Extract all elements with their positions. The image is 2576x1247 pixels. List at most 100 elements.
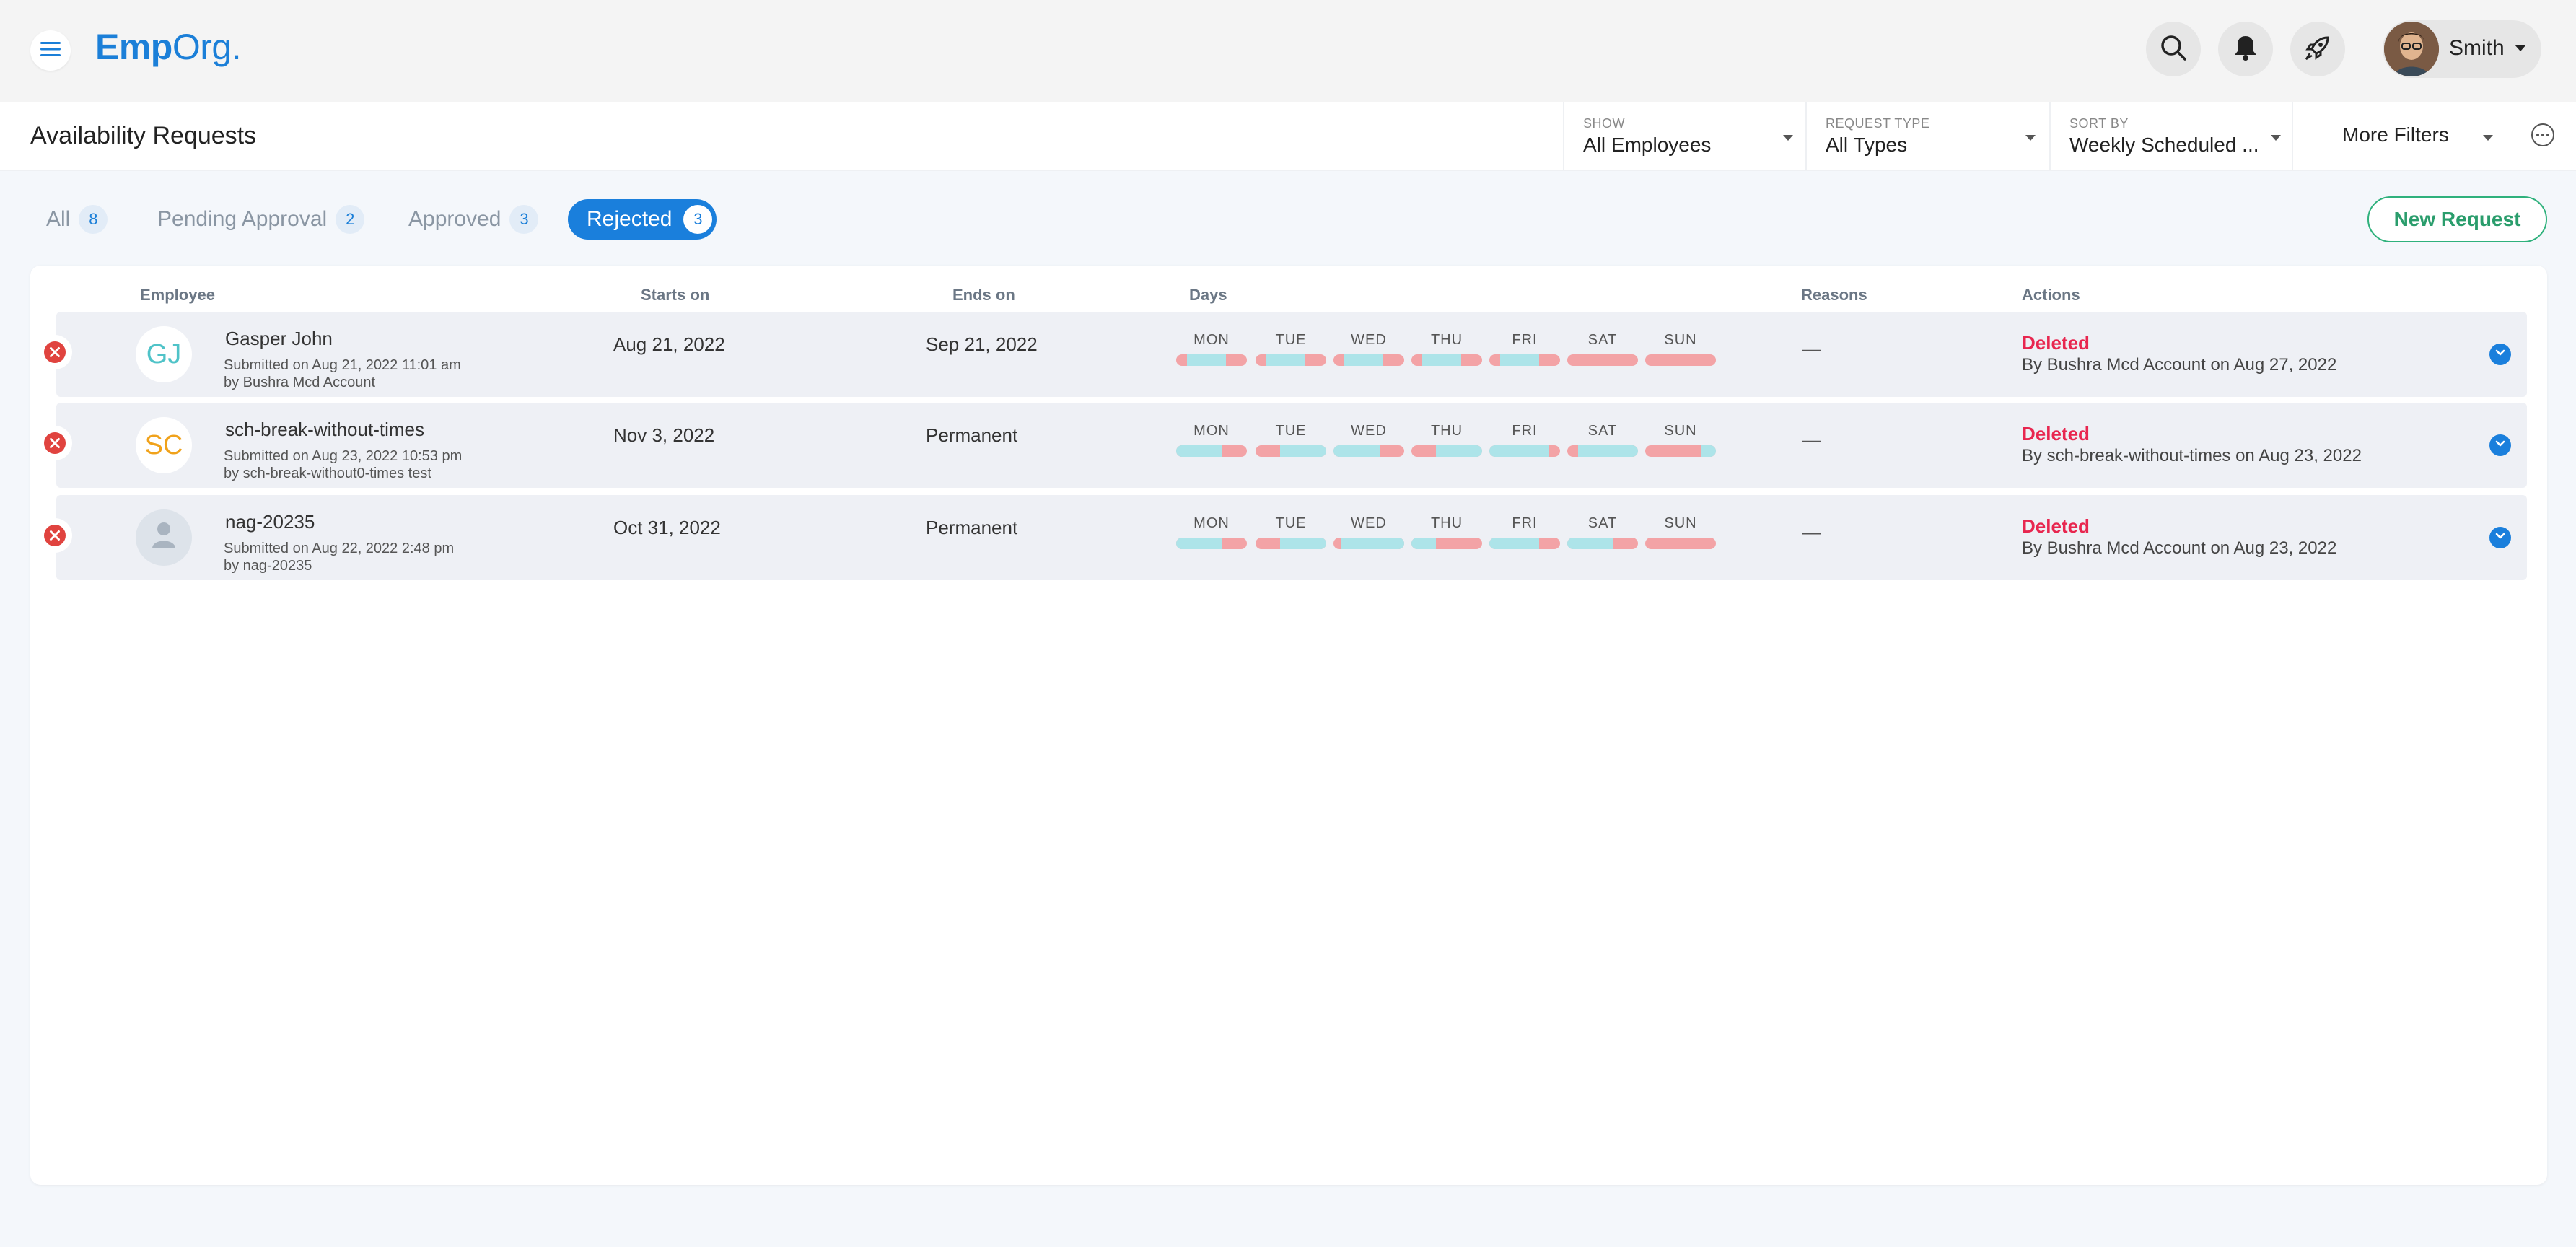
table-row[interactable]: SC sch-break-without-times Submitted on … <box>38 403 2527 488</box>
employee-name[interactable]: nag-20235 <box>225 511 315 533</box>
column-header-reasons: Reasons <box>1801 286 1867 304</box>
day-availability-thu: THU <box>1411 332 1482 366</box>
end-date: Permanent <box>926 424 1018 446</box>
tab-rejected[interactable]: Rejected 3 <box>568 199 717 240</box>
available-segment <box>1567 538 1613 549</box>
availability-bar <box>1176 538 1247 549</box>
tab-all[interactable]: All 8 <box>46 199 108 240</box>
availability-bar <box>1567 538 1638 549</box>
availability-bar <box>1256 445 1326 457</box>
day-label: SAT <box>1587 423 1618 439</box>
available-segment <box>1280 538 1326 549</box>
table-row[interactable]: GJ Gasper John Submitted on Aug 21, 2022… <box>38 312 2527 397</box>
day-availability-mon: MON <box>1176 332 1247 366</box>
availability-bar <box>1411 354 1482 366</box>
availability-bar <box>1567 445 1638 457</box>
day-availability-wed: WED <box>1333 515 1404 549</box>
show-filter[interactable]: SHOW All Employees <box>1563 102 1805 171</box>
user-name: Smith <box>2449 36 2505 60</box>
expand-row-button[interactable] <box>2489 434 2511 456</box>
availability-bar <box>1176 445 1247 457</box>
availability-bar <box>1489 445 1560 457</box>
menu-button[interactable] <box>30 30 71 71</box>
day-label: SAT <box>1587 332 1618 348</box>
day-label: SAT <box>1587 515 1618 531</box>
tab-approved[interactable]: Approved 3 <box>408 199 539 240</box>
count-badge: 2 <box>336 205 365 234</box>
submission-info: Submitted on Aug 22, 2022 2:48 pm by nag… <box>224 540 454 574</box>
page-header: Availability Requests SHOW All Employees… <box>0 102 2576 171</box>
day-label: MON <box>1193 332 1230 348</box>
available-segment <box>1333 445 1380 457</box>
chevron-down-icon <box>2494 348 2506 361</box>
day-availability-sun: SUN <box>1645 423 1716 457</box>
avatar <box>2384 22 2439 76</box>
start-date: Oct 31, 2022 <box>613 517 721 538</box>
expand-row-button[interactable] <box>2489 344 2511 365</box>
day-label: SUN <box>1664 423 1697 439</box>
count-badge: 8 <box>79 205 108 234</box>
submitted-by: by sch-break-without0-times test <box>224 465 431 481</box>
day-availability-wed: WED <box>1333 423 1404 457</box>
submitted-date: Submitted on Aug 22, 2022 2:48 pm <box>224 541 455 556</box>
day-label: WED <box>1351 515 1387 531</box>
more-filters-dropdown[interactable]: More Filters <box>2292 102 2508 171</box>
request-type-filter[interactable]: REQUEST TYPE All Types <box>1805 102 2049 171</box>
reason-value: — <box>1802 429 1821 450</box>
submitted-date: Submitted on Aug 23, 2022 10:53 pm <box>224 448 463 464</box>
table-row[interactable]: nag-20235 Submitted on Aug 22, 2022 2:48… <box>38 495 2527 580</box>
action-by: By sch-break-without-times on Aug 23, 20… <box>2022 446 2362 465</box>
employee-name[interactable]: sch-break-without-times <box>225 419 424 441</box>
column-header-employee[interactable]: Employee <box>140 286 215 305</box>
notifications-button[interactable] <box>2218 22 2273 76</box>
employee-name[interactable]: Gasper John <box>225 328 333 350</box>
day-label: SUN <box>1664 515 1697 531</box>
day-availability-sun: SUN <box>1645 332 1716 366</box>
available-segment <box>1266 354 1305 366</box>
available-segment <box>1499 354 1539 366</box>
column-header-starts-on[interactable]: Starts on <box>641 286 709 305</box>
rejected-status-icon <box>38 426 72 460</box>
tab-pending-approval[interactable]: Pending Approval 2 <box>157 199 365 240</box>
more-options-button[interactable] <box>2531 123 2555 151</box>
more-horizontal-icon <box>2531 123 2555 150</box>
launch-button[interactable] <box>2290 22 2345 76</box>
caret-down-icon <box>2514 43 2527 56</box>
day-availability-tue: TUE <box>1256 515 1326 549</box>
column-header-actions: Actions <box>2022 286 2080 304</box>
column-header-ends-on[interactable]: Ends on <box>952 286 1015 305</box>
count-badge: 3 <box>509 205 539 234</box>
search-button[interactable] <box>2146 22 2201 76</box>
available-segment <box>1489 538 1539 549</box>
reason-value: — <box>1802 521 1821 543</box>
action-status: Deleted <box>2022 332 2090 354</box>
start-date: Aug 21, 2022 <box>613 333 725 355</box>
hamburger-icon <box>40 41 61 61</box>
sort-by-filter[interactable]: SORT BY Weekly Scheduled ... <box>2049 102 2292 171</box>
available-segment <box>1280 445 1326 457</box>
top-bar: EmpOrg. Smith <box>0 0 2576 102</box>
day-availability-tue: TUE <box>1256 332 1326 366</box>
day-label: TUE <box>1275 423 1307 439</box>
new-request-button[interactable]: New Request <box>2367 196 2547 242</box>
rocket-icon <box>2303 33 2332 66</box>
submitted-by: by nag-20235 <box>224 558 312 574</box>
submitted-date: Submitted on Aug 21, 2022 11:01 am <box>224 357 461 373</box>
rejected-status-icon <box>38 518 72 553</box>
caret-down-icon <box>2270 132 2282 145</box>
day-availability-fri: FRI <box>1489 423 1560 457</box>
availability-bar <box>1333 445 1404 457</box>
expand-row-button[interactable] <box>2489 527 2511 548</box>
caret-down-icon <box>2482 132 2494 145</box>
day-label: SUN <box>1664 332 1697 348</box>
day-label: WED <box>1351 332 1387 348</box>
action-status: Deleted <box>2022 423 2090 445</box>
day-label: THU <box>1430 423 1463 439</box>
count-badge: 3 <box>683 205 713 234</box>
day-label: WED <box>1351 423 1387 439</box>
day-label: FRI <box>1512 332 1538 348</box>
day-availability-sun: SUN <box>1645 515 1716 549</box>
user-menu[interactable]: Smith <box>2383 20 2541 78</box>
app-logo[interactable]: EmpOrg. <box>95 26 242 68</box>
day-label: TUE <box>1275 332 1307 348</box>
